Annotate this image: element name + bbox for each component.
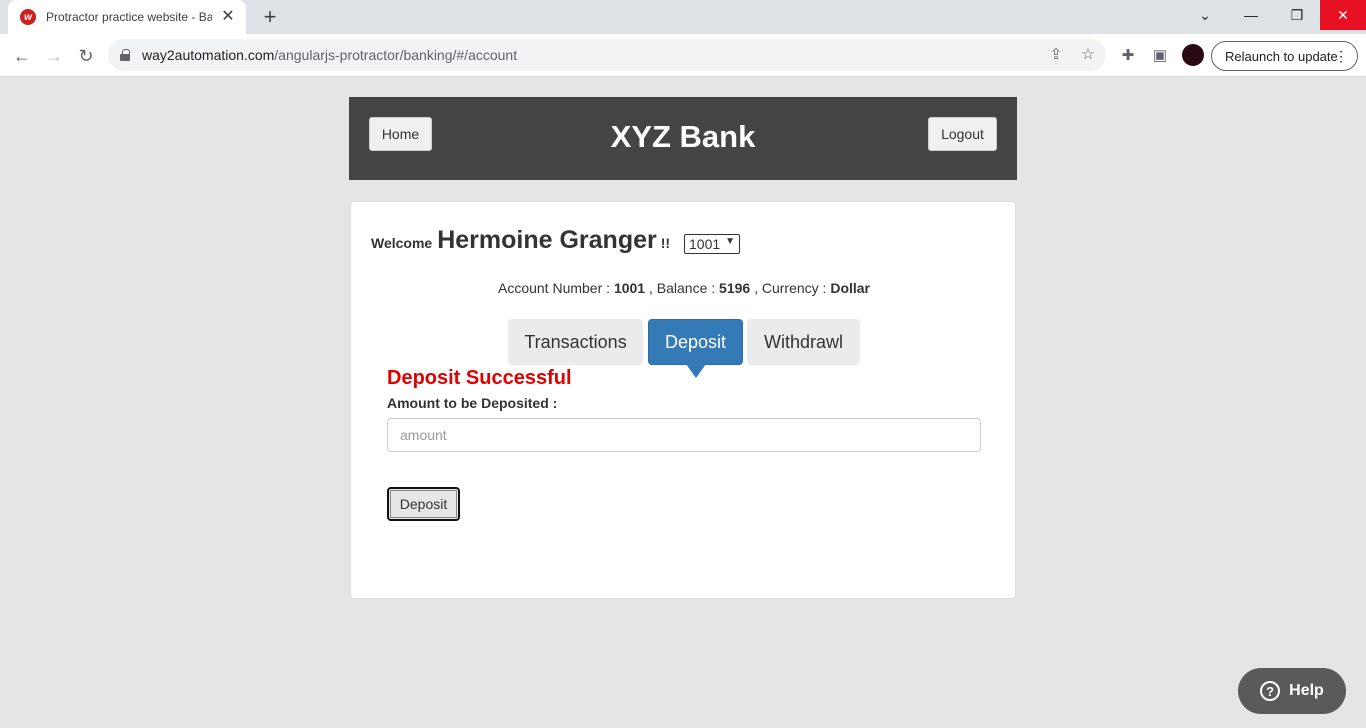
address-bar[interactable]: way2automation.com/angularjs-protractor/…: [108, 39, 1106, 71]
question-icon: ?: [1260, 681, 1281, 701]
browser-tab-title: Protractor practice website - Banking Ap…: [46, 10, 212, 24]
help-label: Help: [1289, 682, 1324, 699]
currency-label: , Currency :: [754, 280, 827, 296]
currency-value: Dollar: [830, 280, 871, 296]
balance-label: , Balance :: [648, 280, 716, 296]
share-icon[interactable]: ⇪: [1047, 46, 1065, 64]
back-arrow-icon[interactable]: ←: [9, 43, 35, 69]
browser-toolbar: ← → ↻ way2automation.com/angularjs-protr…: [0, 34, 1366, 77]
account-select-value: 1001: [689, 236, 721, 252]
balance-value: 5196: [719, 280, 751, 296]
relaunch-label: Relaunch to update: [1225, 48, 1338, 64]
browser-tabstrip: w Protractor practice website - Banking …: [0, 0, 1366, 34]
account-panel: Welcome Hermoine Granger !! 1001 ▼ Accou…: [350, 201, 1016, 599]
more-menu-icon: ⋮: [1334, 48, 1348, 64]
welcome-suffix: !!: [660, 235, 671, 251]
lock-icon: [120, 49, 130, 61]
tab-search-chevron-icon[interactable]: ⌄: [1182, 0, 1228, 30]
close-tab-icon[interactable]: ✕: [220, 9, 236, 25]
browser-tab[interactable]: w Protractor practice website - Banking …: [8, 0, 246, 34]
profile-avatar[interactable]: [1182, 44, 1204, 66]
tab-deposit[interactable]: Deposit: [648, 319, 743, 378]
tab-transactions[interactable]: Transactions: [508, 319, 643, 365]
account-info: Account Number : 1001 , Balance : 5196 ,…: [351, 280, 1017, 296]
customer-name: Hermoine Granger: [437, 226, 657, 254]
relaunch-button[interactable]: Relaunch to update ⋮: [1211, 41, 1358, 71]
amount-input[interactable]: [387, 418, 981, 452]
forward-arrow-icon[interactable]: →: [41, 43, 67, 69]
restore-icon[interactable]: ❐: [1274, 0, 1320, 30]
deposit-submit-button[interactable]: Deposit: [387, 487, 460, 521]
bank-title: XYZ Bank: [610, 119, 756, 154]
new-tab-icon[interactable]: +: [258, 6, 282, 28]
bank-header: Home XYZ Bank Logout: [349, 97, 1017, 180]
window-close-icon[interactable]: ✕: [1320, 0, 1366, 30]
site-favicon-icon: w: [20, 9, 36, 25]
welcome-row: Welcome Hermoine Granger !!: [371, 226, 670, 255]
bookmark-star-icon[interactable]: ☆: [1079, 46, 1097, 64]
tab-withdrawl[interactable]: Withdrawl: [747, 319, 860, 365]
deposit-success-message: Deposit Successful: [387, 367, 572, 389]
help-button[interactable]: ? Help: [1238, 668, 1346, 714]
minimize-icon[interactable]: —: [1228, 0, 1274, 30]
logout-button[interactable]: Logout: [928, 117, 997, 151]
amount-label: Amount to be Deposited :: [387, 395, 558, 411]
reload-icon[interactable]: ↻: [73, 43, 99, 69]
account-select[interactable]: 1001 ▼: [684, 234, 740, 254]
account-number-label: Account Number :: [497, 280, 611, 296]
account-number: 1001: [613, 280, 646, 296]
chevron-down-icon: ▼: [725, 236, 735, 247]
side-panel-icon[interactable]: ▣: [1150, 46, 1170, 66]
extensions-puzzle-icon[interactable]: ✚: [1118, 46, 1138, 66]
welcome-label: Welcome: [371, 235, 433, 251]
url-text: way2automation.com/angularjs-protractor/…: [142, 47, 518, 63]
